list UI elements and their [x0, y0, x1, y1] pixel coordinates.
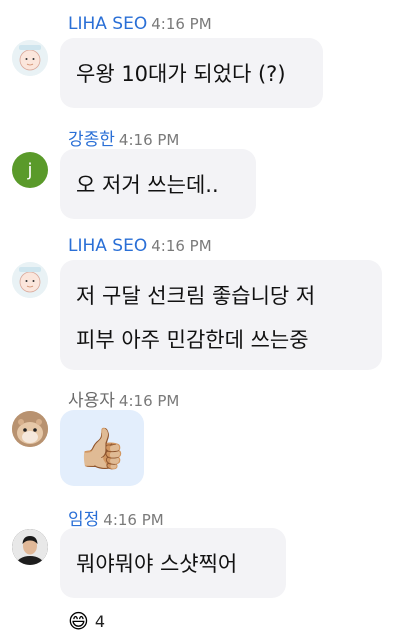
timestamp: 4:16 PM [118, 131, 180, 149]
sender-name[interactable]: 임정 [68, 510, 99, 530]
grinning-face-emoji: 😄 [68, 609, 89, 633]
letter-j-avatar[interactable]: j [12, 152, 48, 188]
sender-name[interactable]: LIHA SEO [68, 236, 147, 256]
thumbs-up-emoji: 👍🏼 [77, 425, 127, 472]
message-bubble: 뭐야뭐야 스샷찍어 [60, 528, 286, 598]
timestamp: 4:16 PM [151, 237, 212, 255]
sender-name[interactable]: LIHA SEO [68, 14, 147, 34]
reaction-chip[interactable]: 😄 4 [68, 609, 105, 633]
avatar-letter: j [27, 159, 33, 181]
message-text: 우왕 10대가 되었다 (?) [76, 62, 286, 86]
sender-name[interactable]: 사용자 [68, 391, 115, 411]
message-text: 오 저거 쓰는데.. [76, 173, 219, 197]
message-text-line: 저 구달 선크림 좋습니당 저 [76, 284, 316, 308]
message-bubble: 저 구달 선크림 좋습니당 저 피부 아주 민감한데 쓰는중 [60, 260, 382, 370]
message-bubble: 우왕 10대가 되었다 (?) [60, 38, 323, 108]
sender-name[interactable]: 강종한 [68, 130, 115, 150]
baby-character-icon[interactable] [12, 262, 48, 298]
timestamp: 4:16 PM [151, 15, 212, 33]
person-photo-icon[interactable] [12, 529, 48, 565]
timestamp: 4:16 PM [103, 511, 164, 529]
message-text: 뭐야뭐야 스샷찍어 [76, 552, 238, 576]
message-text-line: 피부 아주 민감한데 쓰는중 [76, 328, 309, 352]
message-bubble: 오 저거 쓰는데.. [60, 149, 256, 219]
hamster-photo-icon[interactable] [12, 411, 48, 447]
timestamp: 4:16 PM [118, 392, 180, 410]
reaction-count: 4 [94, 611, 106, 631]
message-bubble: 👍🏼 [60, 410, 144, 486]
baby-character-icon[interactable] [12, 40, 48, 76]
